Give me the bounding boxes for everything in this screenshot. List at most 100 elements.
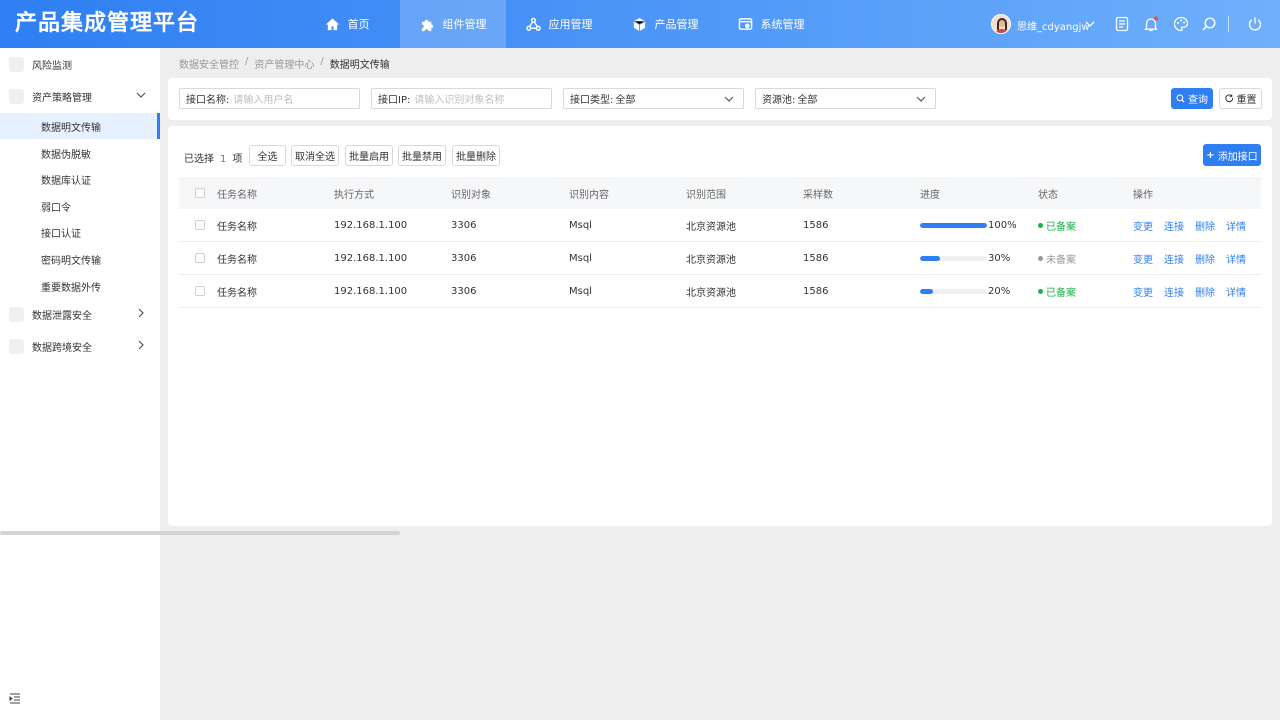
collapse-menu-icon[interactable] [9,692,21,704]
interface-ip-field[interactable]: 接口IP: 请输入识别对象名称 [371,88,552,109]
user-name[interactable]: 思维_cdyangjw [1017,18,1090,33]
column-header[interactable]: 状态 [1038,186,1058,201]
chevron-down-icon [916,96,926,102]
sidebar-item-weak-password[interactable]: 弱口令 [0,193,160,219]
object-cell: 3306 [451,285,477,297]
select-all-checkbox[interactable] [195,188,205,198]
menu-icon [9,88,24,104]
column-header[interactable]: 识别对象 [451,186,491,201]
table-row[interactable]: 任务名称 192.168.1.100 3306 Msql 北京资源池 1586 … [179,275,1261,308]
add-interface-button[interactable]: + 添加接口 [1203,144,1261,166]
batch-enable-button[interactable]: 批量启用 [345,145,393,166]
row-actions: 变更 连接 删除 详情 [1133,218,1257,233]
change-link[interactable]: 变更 [1133,222,1153,233]
column-header[interactable]: 采样数 [803,186,833,201]
sidebar-item-risk-monitor[interactable]: 风险监测 [0,51,160,77]
header-divider [1228,16,1229,32]
content-cell: Msql [569,219,592,231]
interface-type-select[interactable]: 接口类型: 全部 [563,88,744,109]
sidebar-item-plaintext-transfer[interactable]: 数据明文传输 [0,113,160,139]
reset-button[interactable]: 重置 [1219,88,1262,109]
method-cell: 192.168.1.100 [334,285,408,297]
column-header[interactable]: 执行方式 [334,186,374,201]
chevron-right-icon [138,340,144,350]
nav-components[interactable]: 组件管理 [400,0,506,48]
sidebar-item-api-auth[interactable]: 接口认证 [0,219,160,245]
query-button[interactable]: 查询 [1171,88,1213,109]
breadcrumb-item[interactable]: 资产管理中心 [254,56,314,71]
column-header: 操作 [1133,189,1153,201]
avatar[interactable] [991,14,1011,34]
nav-products[interactable]: 产品管理 [612,0,718,48]
delete-link[interactable]: 删除 [1195,222,1215,233]
progress-text: 30% [988,252,1011,264]
sidebar-item-important-data-out[interactable]: 重要数据外传 [0,273,160,299]
horizontal-scrollbar[interactable] [0,531,400,535]
deselect-all-button[interactable]: 取消全选 [291,145,339,166]
interface-name-placeholder: 请输入用户名 [233,95,294,106]
row-actions: 变更 连接 删除 详情 [1133,251,1257,266]
progress-fill [920,222,987,228]
selection-info: 已选择 1 项 [184,154,243,165]
sidebar: 风险监测 资产策略管理 数据明文传输 数据伪脱敏 数据库认证 弱口令 接口认证 … [0,48,160,720]
details-link[interactable]: 详情 [1226,288,1246,299]
column-header[interactable]: 识别范围 [686,186,726,201]
scope-cell: 北京资源池 [686,221,736,233]
batch-delete-button[interactable]: 批量删除 [452,145,500,166]
row-checkbox[interactable] [195,253,205,263]
column-header[interactable]: 任务名称 [217,186,257,201]
status-badge: 未备案 [1038,251,1076,266]
interface-ip-placeholder: 请输入识别对象名称 [414,95,505,106]
palette-icon[interactable] [1173,16,1189,32]
column-header[interactable]: 进度 [920,186,940,201]
row-checkbox[interactable] [195,286,205,296]
table-row[interactable]: 任务名称 192.168.1.100 3306 Msql 北京资源池 1586 … [179,209,1261,242]
batch-disable-button[interactable]: 批量禁用 [398,145,446,166]
sidebar-item-pseudo-desensitize[interactable]: 数据伪脱敏 [0,140,160,166]
status-dot [1038,255,1043,261]
progress-fill [920,288,934,294]
select-all-button[interactable]: 全选 [249,145,286,166]
method-cell: 192.168.1.100 [334,252,408,264]
row-checkbox[interactable] [195,220,205,230]
network-icon [525,17,541,31]
table-row[interactable]: 任务名称 192.168.1.100 3306 Msql 北京资源池 1586 … [179,242,1261,275]
sidebar-item-data-leak[interactable]: 数据泄露安全 [0,301,160,327]
power-icon[interactable] [1247,16,1263,32]
content-cell: Msql [569,285,592,297]
search-icon [1176,94,1185,103]
sidebar-item-db-auth[interactable]: 数据库认证 [0,166,160,192]
breadcrumb-item[interactable]: 数据安全管控 [179,56,239,71]
nav-home[interactable]: 首页 [294,0,400,48]
breadcrumb-separator: / [245,56,249,67]
details-link[interactable]: 详情 [1226,255,1246,266]
column-header[interactable]: 识别内容 [569,186,609,201]
details-link[interactable]: 详情 [1226,222,1246,233]
nav-apps[interactable]: 应用管理 [506,0,612,48]
sidebar-item-asset-policy[interactable]: 资产策略管理 [0,83,160,109]
document-icon[interactable] [1114,16,1130,32]
chevron-down-icon[interactable] [1085,19,1095,29]
nav-system[interactable]: 系统管理 [718,0,824,48]
change-link[interactable]: 变更 [1133,288,1153,299]
connect-link[interactable]: 连接 [1164,222,1184,233]
breadcrumb-current: 数据明文传输 [329,60,390,71]
sidebar-item-cross-border[interactable]: 数据跨境安全 [0,333,160,359]
delete-link[interactable]: 删除 [1195,255,1215,266]
top-nav: 首页 组件管理 应用管理 产品管理 系统管理 [294,0,824,48]
status-badge: 已备案 [1038,218,1076,233]
bell-icon[interactable] [1143,16,1159,32]
resource-pool-select[interactable]: 资源池: 全部 [755,88,936,109]
task-table: 任务名称 执行方式 识别对象 识别内容 识别范围 采样数 进度 状态 操作 任务… [179,177,1261,308]
connect-link[interactable]: 连接 [1164,288,1184,299]
change-link[interactable]: 变更 [1133,255,1153,266]
interface-name-field[interactable]: 接口名称: 请输入用户名 [179,88,360,109]
breadcrumb: 数据安全管控 / 资产管理中心 / 数据明文传输 [179,56,390,71]
connect-link[interactable]: 连接 [1164,255,1184,266]
content-cell: Msql [569,252,592,264]
search-icon[interactable] [1201,16,1217,32]
delete-link[interactable]: 删除 [1195,288,1215,299]
task-name-cell: 任务名称 [217,221,257,233]
sidebar-item-password-plaintext[interactable]: 密码明文传输 [0,246,160,272]
progress-bar [920,222,987,228]
